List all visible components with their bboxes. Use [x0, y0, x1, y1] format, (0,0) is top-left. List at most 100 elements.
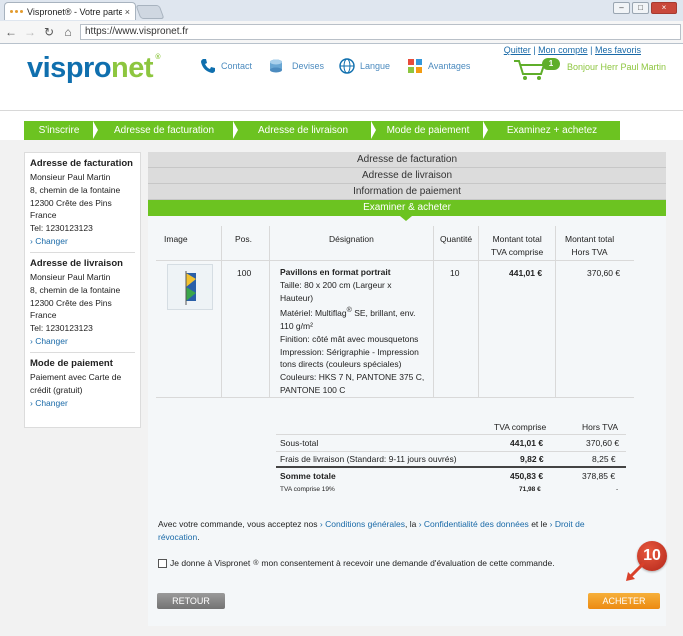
consent-checkbox[interactable] [158, 558, 167, 568]
terms-text: , la [404, 519, 417, 529]
accordion-billing[interactable]: Adresse de facturation [148, 152, 666, 168]
terms-text: et le [531, 519, 548, 529]
navigation-bar: ← → ↻ ⌂ https://www.vispronet.fr [0, 21, 683, 43]
col-divider [433, 226, 434, 397]
product-spec-line: Impression: Sérigraphie - Impression [280, 346, 419, 357]
terms-text: . [197, 532, 200, 542]
reload-icon[interactable]: ↻ [41, 25, 57, 39]
logout-link[interactable]: Quitter [504, 45, 531, 55]
change-payment-link[interactable]: › Changer [30, 397, 135, 410]
greeting: Bonjour Herr Paul Martin [567, 62, 667, 72]
loading-icon [10, 10, 23, 13]
review-consent: Je donne à Vispronet ® mon consentement à… [158, 558, 555, 568]
site-logo[interactable]: vispronet ® [27, 52, 160, 85]
browser-tab[interactable]: Vispronet® - Votre parten × [4, 2, 136, 20]
checkout-steps: S'inscrire Adresse de facturation Adress… [24, 121, 620, 140]
payment-line: Paiement avec Carte de [30, 371, 122, 382]
minimize-button[interactable]: – [613, 2, 630, 14]
billing-line: France [30, 210, 57, 221]
totals-ht: 370,60 € [586, 438, 620, 448]
favorites-link[interactable]: Mes favoris [595, 45, 641, 55]
new-tab-button[interactable] [135, 5, 165, 19]
shipping-line: Tel: 1230123123 [30, 323, 93, 334]
payment-method-block: Mode de paiement Paiement avec Carte de … [30, 358, 135, 414]
product-spec-line: Matériel: Multiflag® SE, brillant, env. [280, 306, 416, 319]
product-thumbnail[interactable] [167, 264, 213, 310]
totals-ttc: 9,82 € [520, 454, 544, 464]
product-spec-line: Hauteur) [280, 292, 314, 303]
col-divider [555, 226, 556, 397]
nav-contact[interactable]: Contact [200, 58, 252, 74]
row-pos: 100 [237, 268, 252, 278]
table-row-divider [156, 397, 634, 398]
my-account-link[interactable]: Mon compte [538, 45, 588, 55]
totals-label: Somme totale [280, 471, 336, 481]
cart-button[interactable]: 1 [513, 58, 560, 82]
totals-header-ttc: TVA comprise [494, 422, 547, 432]
totals-strong-divider [276, 466, 626, 468]
nav-devises[interactable]: Devises [269, 58, 324, 74]
privacy-link[interactable]: › Confidentialité des données [419, 519, 529, 529]
billing-line: 12300 Crête des Pins [30, 197, 112, 208]
address-bar[interactable]: https://www.vispronet.fr [80, 24, 681, 40]
maximize-button[interactable]: □ [632, 2, 649, 14]
terms-notice: Avec votre commande, vous acceptez nos ›… [158, 518, 628, 544]
col-divider [221, 226, 222, 397]
totals-row: Sous-total 441,01 € 370,60 € [276, 436, 626, 450]
row-quantity: 10 [450, 268, 460, 278]
pointer-arrow-icon [626, 561, 646, 581]
forward-icon[interactable]: → [22, 25, 38, 39]
nav-avantages[interactable]: Avantages [407, 58, 470, 74]
payment-line: crédit (gratuit) [30, 384, 83, 395]
header-divider [0, 110, 683, 111]
step-register[interactable]: S'inscrire [24, 121, 98, 140]
totals-ttc: 71,98 € [519, 486, 541, 493]
account-links: Quitter | Mon compte | Mes favoris [503, 45, 641, 55]
col-divider [269, 226, 270, 397]
step-shipping[interactable]: Adresse de livraison [234, 121, 376, 140]
shipping-line: Monsieur Paul Martin [30, 271, 111, 282]
totals-ht: 378,85 € [582, 471, 616, 481]
review-panel: Adresse de facturation Adresse de livrai… [148, 152, 666, 626]
order-summary-sidebar: Adresse de facturation Monsieur Paul Mar… [24, 152, 141, 428]
terms-conditions-link[interactable]: › Conditions générales [320, 519, 405, 529]
change-shipping-link[interactable]: › Changer [30, 335, 135, 348]
header-total-ht: Montant total Hors TVA [565, 234, 614, 257]
totals-divider [276, 434, 626, 435]
tab-close-icon[interactable]: × [125, 7, 130, 17]
accordion-review[interactable]: Examiner & acheter [148, 200, 666, 221]
accordion-payment[interactable]: Information de paiement [148, 184, 666, 200]
back-button[interactable]: RETOUR [157, 593, 225, 609]
change-billing-link[interactable]: › Changer [30, 235, 135, 248]
product-spec-line: Finition: côté mât avec mousquetons [280, 333, 419, 344]
terms-text: Avec votre commande, vous acceptez nos [158, 519, 318, 529]
shipping-title: Adresse de livraison [30, 257, 123, 269]
row-total-ht: 370,60 € [587, 268, 621, 278]
header-total-ttc: Montant total TVA comprise [491, 234, 543, 257]
puzzle-icon [408, 59, 422, 73]
globe-icon [339, 58, 355, 74]
window-controls: – □ × [613, 2, 677, 14]
consent-text: Je donne à Vispronet [170, 558, 251, 568]
header-total-ht-line1: Montant total [565, 234, 615, 244]
nav-langue[interactable]: Langue [339, 58, 390, 74]
back-icon[interactable]: ← [3, 25, 19, 39]
payment-title: Mode de paiement [30, 357, 113, 369]
totals-ht: 8,25 € [592, 454, 616, 464]
col-divider [478, 226, 479, 397]
home-icon[interactable]: ⌂ [60, 25, 76, 39]
header-total-ttc-line2: TVA comprise [491, 247, 544, 257]
product-spec-line: Taille: 80 x 200 cm (Largeur x [280, 279, 392, 290]
step-payment[interactable]: Mode de paiement [372, 121, 488, 140]
billing-title: Adresse de facturation [30, 158, 133, 169]
step-review[interactable]: Examinez + achetez [484, 121, 620, 140]
accordion-shipping[interactable]: Adresse de livraison [148, 168, 666, 184]
close-window-button[interactable]: × [651, 2, 677, 14]
header-image: Image [164, 234, 188, 244]
billing-line: 8, chemin de la fontaine [30, 184, 121, 195]
header-quantity: Quantité [440, 234, 473, 244]
cart-count-badge: 1 [542, 58, 560, 70]
product-spec-line: Couleurs: HKS 7 N, PANTONE 375 C, [280, 372, 425, 383]
buy-button[interactable]: ACHETER [588, 593, 660, 609]
step-billing[interactable]: Adresse de facturation [94, 121, 238, 140]
